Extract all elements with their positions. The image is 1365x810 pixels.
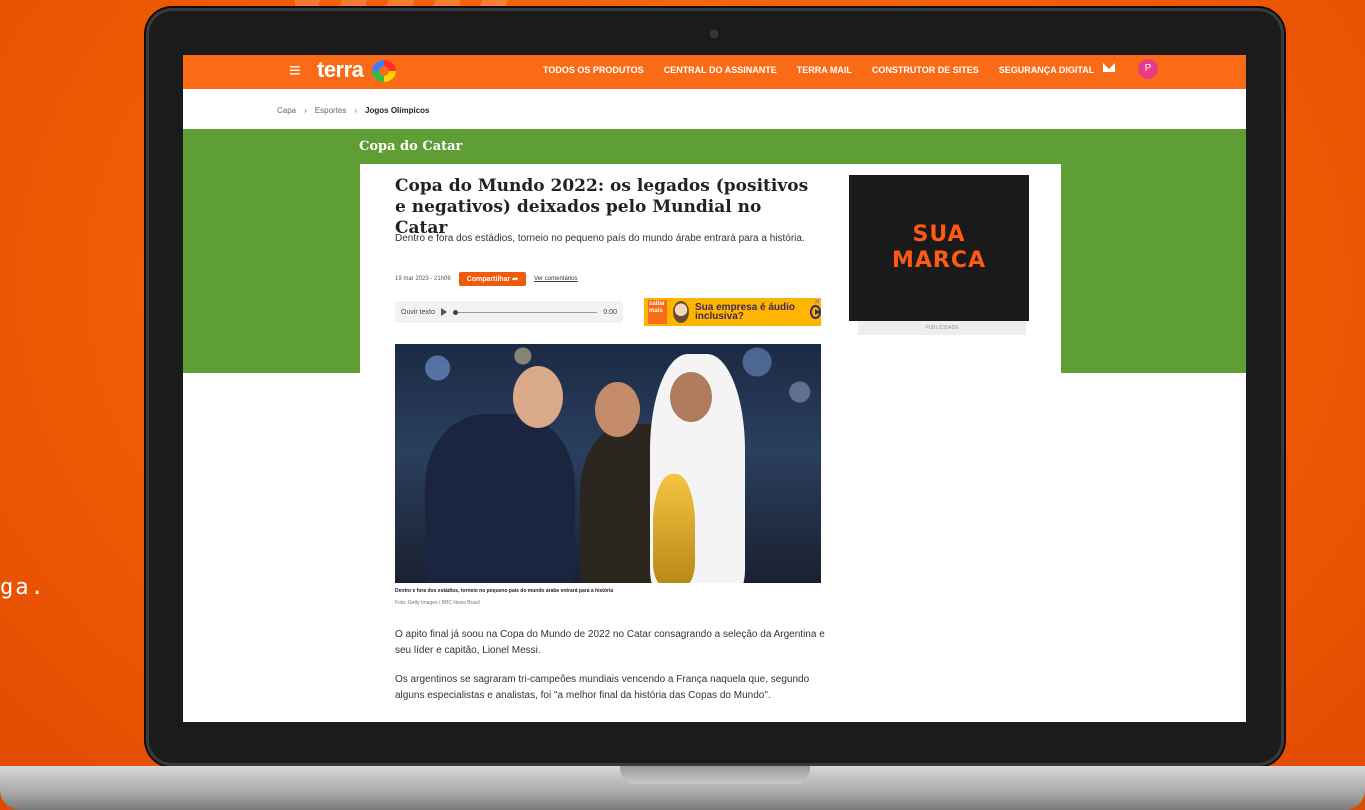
nav-link-terra-mail[interactable]: TERRA MAIL bbox=[797, 65, 852, 75]
photo-person-left bbox=[425, 414, 575, 583]
comments-link[interactable]: Ver comentários bbox=[534, 276, 577, 282]
ad-label: PUBLICIDADE bbox=[858, 321, 1026, 335]
section-title[interactable]: Copa do Catar bbox=[359, 139, 462, 154]
article-title: Copa do Mundo 2022: os legados (positivo… bbox=[395, 176, 809, 238]
nav-link-todos-os-produtos[interactable]: TODOS OS PRODUTOS bbox=[543, 65, 644, 75]
close-icon[interactable]: ✕ bbox=[814, 298, 820, 306]
article-date: 19 mar 2023 - 21h06 bbox=[395, 276, 451, 282]
nav-links: TODOS OS PRODUTOS CENTRAL DO ASSINANTE T… bbox=[543, 65, 1094, 75]
brand-logo[interactable]: terra bbox=[317, 57, 364, 83]
photo-caption: Dentro e fora dos estádios, torneio no p… bbox=[395, 588, 614, 594]
article-paragraph: O apito final já soou na Copa do Mundo d… bbox=[395, 629, 825, 656]
photo-credit: Foto: Getty Images / BBC News Brasil bbox=[395, 600, 480, 606]
nav-link-seguranca-digital[interactable]: SEGURANÇA DIGITAL bbox=[999, 65, 1095, 75]
photo-person-center-head bbox=[595, 382, 640, 437]
article-body: O apito final já soou na Copa do Mundo d… bbox=[395, 627, 825, 717]
article-meta: 19 mar 2023 - 21h06 Compartilhar ➦ Ver c… bbox=[395, 272, 577, 286]
audio-player: Ouvir texto 0:00 bbox=[395, 301, 623, 323]
breadcrumb: Capa › Esportes › Jogos Olímpicos bbox=[183, 89, 1246, 129]
breadcrumb-item-capa[interactable]: Capa bbox=[277, 106, 296, 115]
chevron-right-icon: › bbox=[304, 106, 307, 115]
photo-trophy bbox=[653, 474, 695, 583]
article-photo bbox=[395, 344, 821, 583]
article-paragraph: Os argentinos se sagraram tri-campeões m… bbox=[395, 674, 810, 701]
audio-time: 0:00 bbox=[603, 308, 617, 316]
avatar[interactable]: P bbox=[1138, 59, 1158, 79]
breadcrumb-item-current[interactable]: Jogos Olímpicos bbox=[365, 106, 429, 115]
nav-link-construtor-de-sites[interactable]: CONSTRUTOR DE SITES bbox=[872, 65, 979, 75]
mail-icon[interactable] bbox=[1103, 63, 1115, 72]
top-nav: ≡ terra TODOS OS PRODUTOS CENTRAL DO ASS… bbox=[183, 55, 1246, 89]
sidebar-ad-text: SUA MARCA bbox=[891, 222, 987, 273]
audio-inclusive-ad[interactable]: saiba mais Sua empresa é áudio inclusiva… bbox=[644, 298, 821, 326]
laptop-base-notch bbox=[620, 766, 810, 784]
audio-progress-slider[interactable] bbox=[452, 309, 598, 315]
ad-text: Sua empresa é áudio inclusiva? bbox=[695, 302, 796, 322]
share-button[interactable]: Compartilhar ➦ bbox=[458, 272, 527, 286]
photo-person-right-head bbox=[670, 372, 712, 422]
nav-link-central-do-assinante[interactable]: CENTRAL DO ASSINANTE bbox=[664, 65, 777, 75]
brand-logo-icon[interactable] bbox=[372, 60, 396, 82]
browser-screen: ≡ terra TODOS OS PRODUTOS CENTRAL DO ASS… bbox=[183, 55, 1246, 722]
photo-person-left-head bbox=[513, 366, 563, 428]
chevron-right-icon: › bbox=[354, 106, 358, 115]
menu-icon[interactable]: ≡ bbox=[289, 60, 301, 83]
ad-badge: saiba mais bbox=[648, 300, 668, 324]
ad-person-image bbox=[673, 301, 689, 323]
article-subtitle: Dentro e fora dos estádios, torneio no p… bbox=[395, 233, 805, 244]
breadcrumb-item-esportes[interactable]: Esportes bbox=[315, 106, 347, 115]
audio-label: Ouvir texto bbox=[401, 308, 435, 316]
sidebar-ad[interactable]: SUA MARCA bbox=[849, 175, 1029, 321]
ad-play-icon[interactable] bbox=[809, 305, 821, 319]
play-icon[interactable] bbox=[440, 308, 447, 316]
background-side-text: ga. bbox=[0, 575, 46, 600]
webcam-icon bbox=[710, 30, 718, 38]
